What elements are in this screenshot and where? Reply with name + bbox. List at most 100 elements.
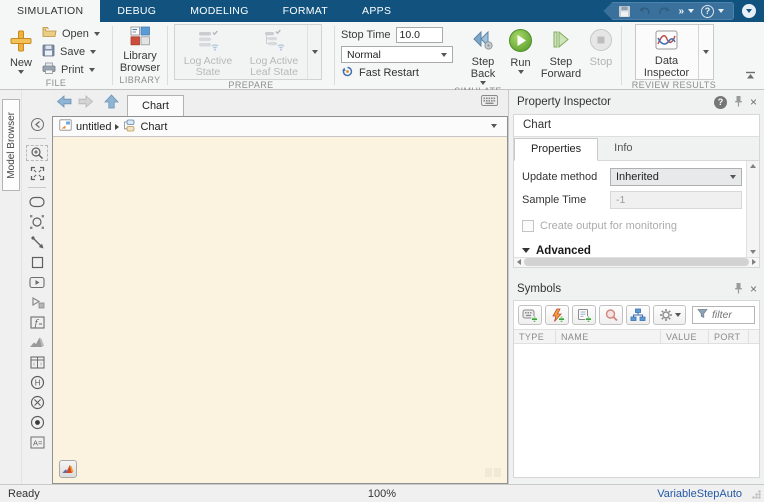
tab-apps[interactable]: APPS — [345, 0, 408, 22]
tab-format[interactable]: FORMAT — [266, 0, 345, 22]
graphical-function-icon[interactable]: f — [26, 314, 48, 330]
column-value[interactable]: VALUE — [661, 330, 709, 343]
stateflow-canvas[interactable] — [53, 137, 507, 483]
advanced-section-toggle[interactable]: Advanced — [522, 245, 742, 257]
property-inspector-close-icon[interactable]: × — [750, 96, 757, 108]
nav-back-icon[interactable] — [56, 95, 72, 111]
nav-forward-icon[interactable] — [78, 95, 94, 111]
column-type[interactable]: TYPE — [514, 330, 556, 343]
add-message-button[interactable] — [572, 305, 596, 325]
save-dropdown-icon[interactable] — [90, 49, 97, 54]
pattern-junction-icon[interactable] — [26, 214, 48, 230]
qab-help-icon[interactable]: ? — [701, 4, 714, 18]
print-button[interactable]: Print — [42, 61, 100, 78]
tab-simulation[interactable]: SIMULATION — [0, 0, 101, 22]
simulation-mode-select[interactable]: Normal — [341, 46, 453, 63]
data-inspector-dropdown-icon[interactable] — [697, 25, 713, 79]
annotation-tool-icon[interactable]: A= — [26, 434, 48, 450]
save-button[interactable]: Save — [42, 43, 100, 60]
truth-table-icon[interactable] — [26, 354, 48, 370]
transition-tool-icon[interactable] — [26, 234, 48, 250]
new-dropdown-icon[interactable] — [18, 70, 24, 74]
column-port[interactable]: PORT — [709, 330, 749, 343]
resolve-symbols-button[interactable] — [599, 305, 623, 325]
add-event-button[interactable] — [545, 305, 569, 325]
tab-debug[interactable]: DEBUG — [100, 0, 173, 22]
qab-save-icon[interactable] — [618, 5, 631, 18]
log-active-state-icon — [196, 29, 220, 54]
palette-collapse-icon[interactable] — [26, 116, 48, 132]
symbols-filter-input[interactable] — [712, 309, 750, 321]
run-dropdown-icon[interactable] — [517, 70, 524, 74]
log-active-leaf-state-button[interactable]: Log Active Leaf State — [241, 25, 307, 79]
step-back-button[interactable]: Step Back — [461, 27, 505, 86]
print-dropdown-icon[interactable] — [88, 67, 95, 72]
common-actions-icon[interactable]: » — [678, 6, 684, 17]
fast-restart-label[interactable]: Fast Restart — [359, 67, 419, 79]
group-label-library: LIBRARY — [119, 75, 161, 85]
open-button[interactable]: Open — [42, 25, 100, 42]
zoom-in-icon[interactable] — [26, 145, 48, 161]
ribbon-simulation: New Open Save Print FILE Library Browser… — [0, 22, 764, 96]
stop-button[interactable]: Stop — [586, 27, 616, 69]
status-zoom-level: 100% — [367, 487, 397, 500]
box-tool-icon[interactable] — [26, 254, 48, 270]
step-forward-button[interactable]: Step Forward — [536, 27, 586, 81]
property-inspector-pin-icon[interactable] — [734, 95, 743, 110]
property-inspector-horizontal-scrollbar[interactable] — [514, 256, 759, 267]
model-browser-tab[interactable]: Model Browser — [2, 99, 20, 191]
default-transition-icon[interactable] — [26, 414, 48, 430]
breadcrumb-dropdown-icon[interactable] — [491, 124, 497, 128]
editor-tab-chart[interactable]: Chart — [127, 95, 184, 116]
state-tool-icon[interactable] — [26, 194, 48, 210]
nav-up-icon[interactable] — [104, 94, 119, 112]
palette-separator — [28, 187, 46, 188]
log-active-state-button[interactable]: Log Active State — [175, 25, 241, 79]
help-dropdown-icon[interactable] — [718, 9, 724, 13]
column-name[interactable]: NAME — [556, 330, 661, 343]
property-inspector-vertical-scrollbar[interactable] — [746, 160, 759, 257]
breadcrumb-node[interactable]: Chart — [140, 121, 167, 133]
toolstrip-options-icon[interactable] — [742, 4, 756, 18]
symbols-close-icon[interactable]: × — [750, 283, 757, 295]
library-browser-button[interactable]: Library Browser — [114, 25, 166, 75]
fit-to-view-icon[interactable] — [26, 165, 48, 181]
print-icon — [42, 62, 56, 77]
run-button[interactable]: Run — [505, 27, 536, 75]
breadcrumb-model[interactable]: untitled — [76, 121, 111, 133]
matlab-function-icon[interactable] — [26, 334, 48, 350]
symbols-list-empty[interactable] — [514, 344, 759, 477]
symbols-pin-icon[interactable] — [734, 282, 743, 297]
step-back-dropdown-icon[interactable] — [480, 81, 486, 85]
tab-properties[interactable]: Properties — [514, 137, 599, 161]
minimize-toolstrip-icon[interactable] — [745, 71, 756, 83]
property-inspector-help-icon[interactable]: ? — [713, 95, 727, 109]
resize-grip[interactable] — [752, 490, 761, 499]
new-button[interactable]: New — [6, 28, 36, 75]
monitor-output-checkbox[interactable] — [522, 220, 534, 233]
simulink-based-state-icon[interactable] — [26, 294, 48, 310]
keyboard-shortcuts-icon[interactable] — [481, 95, 498, 109]
common-actions-dropdown-icon[interactable] — [688, 9, 694, 13]
tab-modeling[interactable]: MODELING — [173, 0, 265, 22]
open-dropdown-icon[interactable] — [93, 31, 100, 36]
group-simulate: Stop Time Normal Fast Restart Step Back — [335, 22, 621, 96]
status-solver-link[interactable]: VariableStepAuto — [657, 488, 742, 500]
undo-icon[interactable] — [638, 6, 651, 17]
prepare-gallery-dropdown-icon[interactable] — [307, 25, 321, 79]
connective-junction-icon[interactable] — [26, 394, 48, 410]
group-file: New Open Save Print FILE — [0, 22, 112, 89]
history-junction-icon[interactable]: H — [26, 374, 48, 390]
stop-time-input[interactable] — [395, 27, 443, 43]
sample-time-input[interactable]: -1 — [610, 191, 742, 210]
update-method-select[interactable]: Inherited — [610, 168, 742, 187]
tab-info[interactable]: Info — [598, 137, 648, 160]
add-data-button[interactable] — [518, 305, 542, 325]
symbols-settings-button[interactable] — [653, 305, 686, 325]
data-inspector-button[interactable]: Data Inspector — [636, 25, 698, 79]
palette-separator — [28, 138, 46, 139]
redo-icon[interactable] — [658, 6, 671, 17]
hierarchy-view-button[interactable] — [626, 305, 650, 325]
simulink-function-icon[interactable] — [26, 274, 48, 290]
editor-tabstrip: Chart — [52, 90, 508, 116]
